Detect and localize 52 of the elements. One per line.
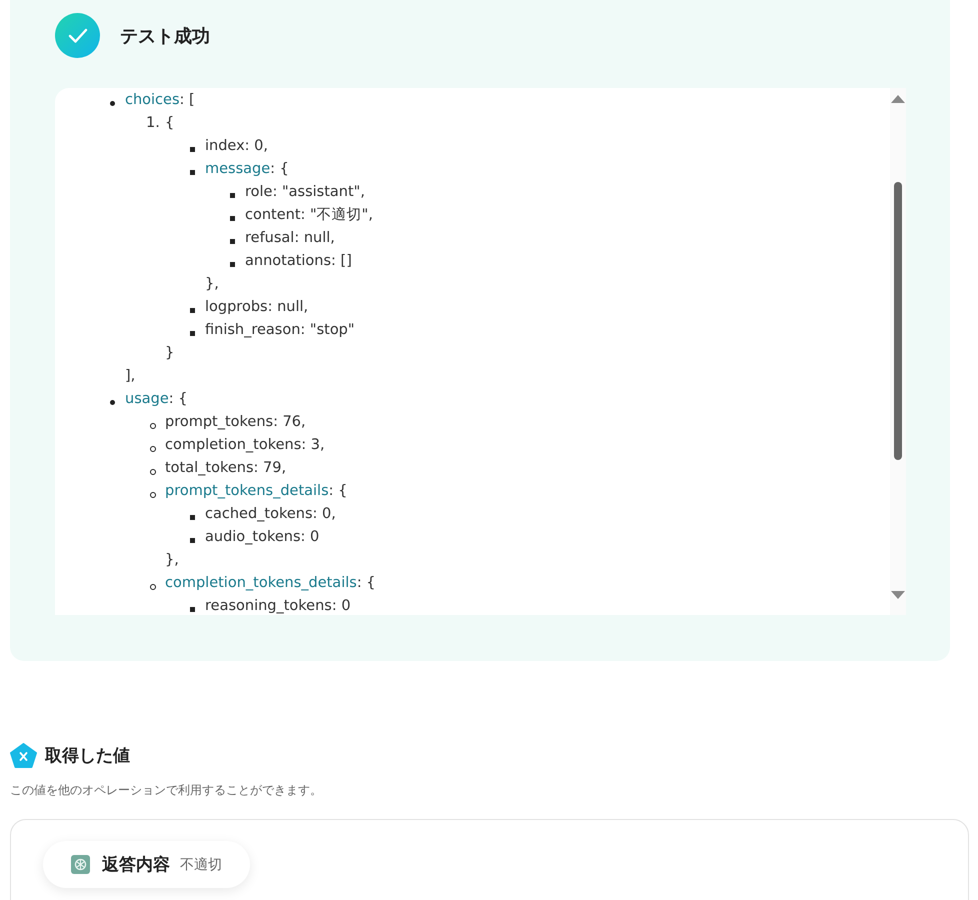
json-line: ], [125,368,136,384]
section-description: この値を他のオペレーションで利用することができます。 [10,782,323,799]
result-title: テスト成功 [120,24,210,48]
bullet-icon [230,262,235,267]
bullet-icon [190,170,195,175]
section-title: 取得した値 [45,745,130,767]
value-chip[interactable]: 返答内容 不適切 [43,841,250,888]
json-line: reasoning_tokens: 0 [205,598,351,614]
json-line: choices: [ [125,92,195,108]
json-line: }, [205,276,219,292]
knot-icon [71,855,90,874]
bullet-icon [110,400,115,405]
json-line: usage: { [125,391,188,407]
json-line: annotations: [] [245,253,352,269]
json-line: refusal: null, [245,230,335,246]
check-icon [55,13,100,58]
bullet-icon [230,239,235,244]
scrollbar[interactable] [890,88,906,615]
json-line: finish_reason: "stop" [205,322,355,338]
json-line: prompt_tokens_details: { [165,483,348,499]
json-line: total_tokens: 79, [165,460,286,476]
json-line: role: "assistant", [245,184,365,200]
bullet-icon [150,584,156,590]
list-number: 1. [146,114,160,133]
json-line: completion_tokens: 3, [165,437,325,453]
bullet-icon [150,446,156,452]
json-line: content: "不適切", [245,207,373,223]
json-line: }, [165,552,179,568]
bullet-icon [150,422,156,428]
scroll-up-icon[interactable] [891,95,905,103]
scroll-down-icon[interactable] [891,591,905,599]
json-line: logprobs: null, [205,299,308,315]
bullet-icon [150,492,156,498]
bullet-icon [190,147,195,152]
json-line: prompt_tokens: 76, [165,414,306,430]
json-line: } [165,345,174,361]
json-line: index: 0, [205,138,268,154]
bullet-icon [190,607,195,612]
json-line: audio_tokens: 0 [205,529,320,545]
variable-icon [10,743,37,768]
bullet-icon [190,515,195,520]
bullet-icon [110,101,115,106]
bullet-icon [190,538,195,543]
json-line: completion_tokens_details: { [165,575,376,591]
json-line: message: { [205,161,289,177]
bullet-icon [190,331,195,336]
json-line: { [165,115,174,131]
bullet-icon [190,308,195,313]
bullet-icon [230,216,235,221]
bullet-icon [150,468,156,474]
bullet-icon [230,193,235,198]
json-line: cached_tokens: 0, [205,506,336,522]
